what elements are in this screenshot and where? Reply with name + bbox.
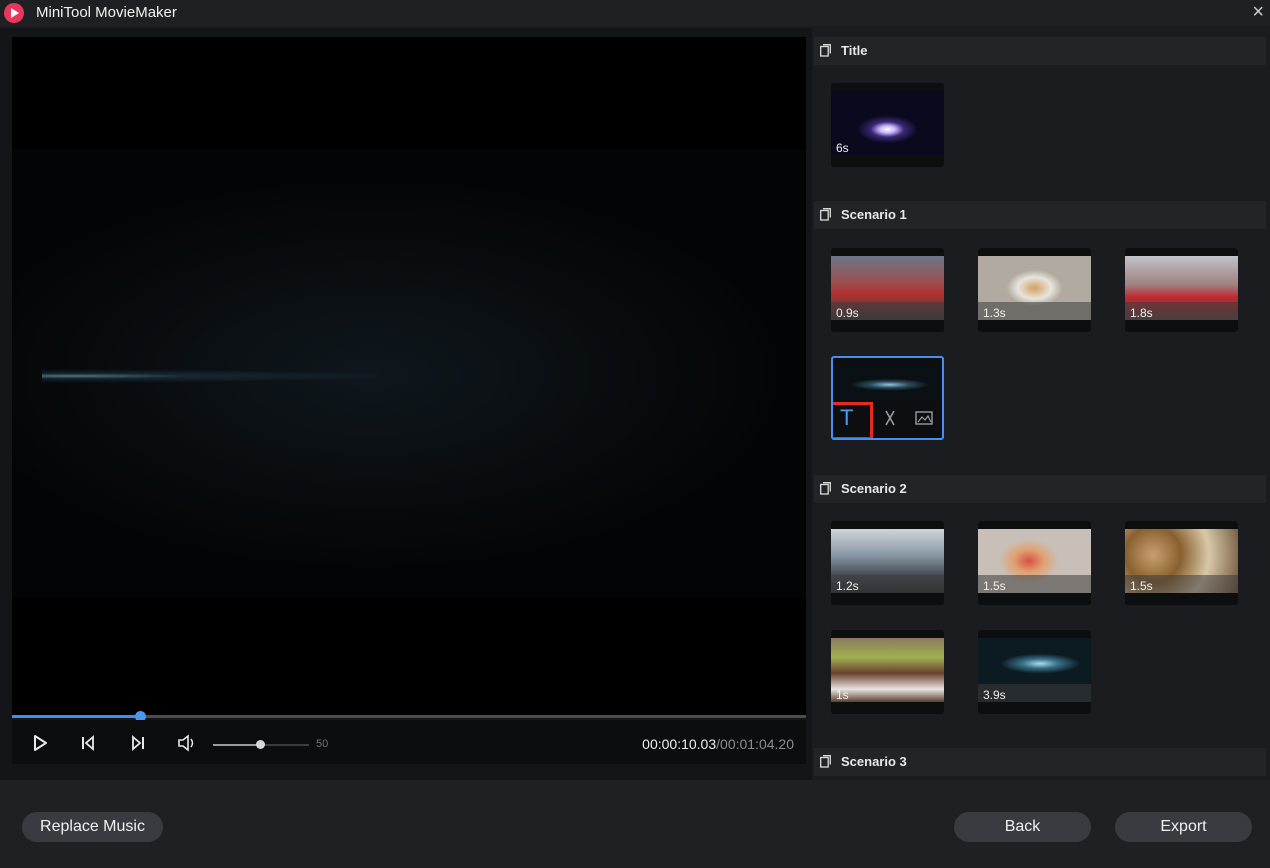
clip-duration: 1s xyxy=(836,688,849,702)
clip-thumbnail[interactable]: 1.2s xyxy=(831,521,944,605)
timecode: 00:00:10.03/00:01:04.20 xyxy=(642,736,794,752)
volume-fill xyxy=(213,744,261,746)
progress-bar[interactable] xyxy=(12,715,806,718)
section-header-scenario-2: Scenario 2 xyxy=(814,475,1266,503)
clip-thumbnail[interactable]: 0.9s xyxy=(831,248,944,332)
section-title: Scenario 3 xyxy=(841,754,907,769)
previous-frame-icon[interactable] xyxy=(78,733,98,753)
progress-fill xyxy=(12,715,140,718)
play-icon[interactable] xyxy=(30,733,50,753)
section-title: Scenario 1 xyxy=(841,207,907,222)
clip-group-icon xyxy=(820,44,831,57)
cut-icon[interactable] xyxy=(879,407,901,429)
add-text-button[interactable]: T xyxy=(833,402,873,438)
section-title: Scenario 2 xyxy=(841,481,907,496)
clip-duration: 1.5s xyxy=(983,579,1006,593)
clip-thumbnail[interactable]: 1.3s xyxy=(978,248,1091,332)
next-frame-icon[interactable] xyxy=(128,733,148,753)
current-time: 00:00:10.03 xyxy=(642,736,717,752)
clip-duration: 1.2s xyxy=(836,579,859,593)
total-time: /00:01:04.20 xyxy=(716,736,794,752)
close-icon[interactable]: × xyxy=(1252,1,1264,23)
lens-flare xyxy=(42,369,402,383)
clip-thumbnail[interactable]: 1.5s xyxy=(978,521,1091,605)
clip-duration: 1.5s xyxy=(1130,579,1153,593)
image-icon[interactable] xyxy=(913,407,935,429)
section-title: Title xyxy=(841,43,868,58)
volume-icon[interactable] xyxy=(176,733,196,753)
replace-music-button[interactable]: Replace Music xyxy=(22,812,163,842)
clip-duration: 1.3s xyxy=(983,306,1006,320)
clip-thumbnail[interactable]: 1.8s xyxy=(1125,248,1238,332)
clip-duration: 6s xyxy=(836,141,849,155)
bottom-bar: Replace Music Back Export xyxy=(0,780,1270,868)
player-controls: 50 00:00:10.03/00:01:04.20 xyxy=(12,720,806,764)
video-preview xyxy=(12,37,806,717)
volume-handle[interactable] xyxy=(256,740,265,749)
clip-group-icon xyxy=(820,208,831,221)
app-logo-icon xyxy=(4,3,24,23)
scene-panel: Title 6s Scenario 1 0.9s 1.3s 1.8s T Sce… xyxy=(814,28,1270,780)
flare-image xyxy=(833,366,942,400)
clip-group-icon xyxy=(820,482,831,495)
clip-thumbnail-selected[interactable]: T xyxy=(831,356,944,440)
clip-duration: 3.9s xyxy=(983,688,1006,702)
clip-thumbnail[interactable]: 1.5s xyxy=(1125,521,1238,605)
volume-value: 50 xyxy=(316,738,329,750)
clip-thumbnail[interactable]: 6s xyxy=(831,83,944,167)
clip-thumbnail[interactable]: 1s xyxy=(831,630,944,714)
app-title: MiniTool MovieMaker xyxy=(36,4,177,21)
clip-thumbnail[interactable]: 3.9s xyxy=(978,630,1091,714)
clip-group-icon xyxy=(820,755,831,768)
export-button[interactable]: Export xyxy=(1115,812,1252,842)
title-bar: MiniTool MovieMaker × xyxy=(0,0,1270,26)
clip-duration: 0.9s xyxy=(836,306,859,320)
back-button[interactable]: Back xyxy=(954,812,1091,842)
section-header-scenario-3: Scenario 3 xyxy=(814,748,1266,776)
clip-duration: 1.8s xyxy=(1130,306,1153,320)
text-icon: T xyxy=(840,405,854,430)
section-header-scenario-1: Scenario 1 xyxy=(814,201,1266,229)
video-frame xyxy=(12,149,806,597)
section-header-title: Title xyxy=(814,37,1266,65)
